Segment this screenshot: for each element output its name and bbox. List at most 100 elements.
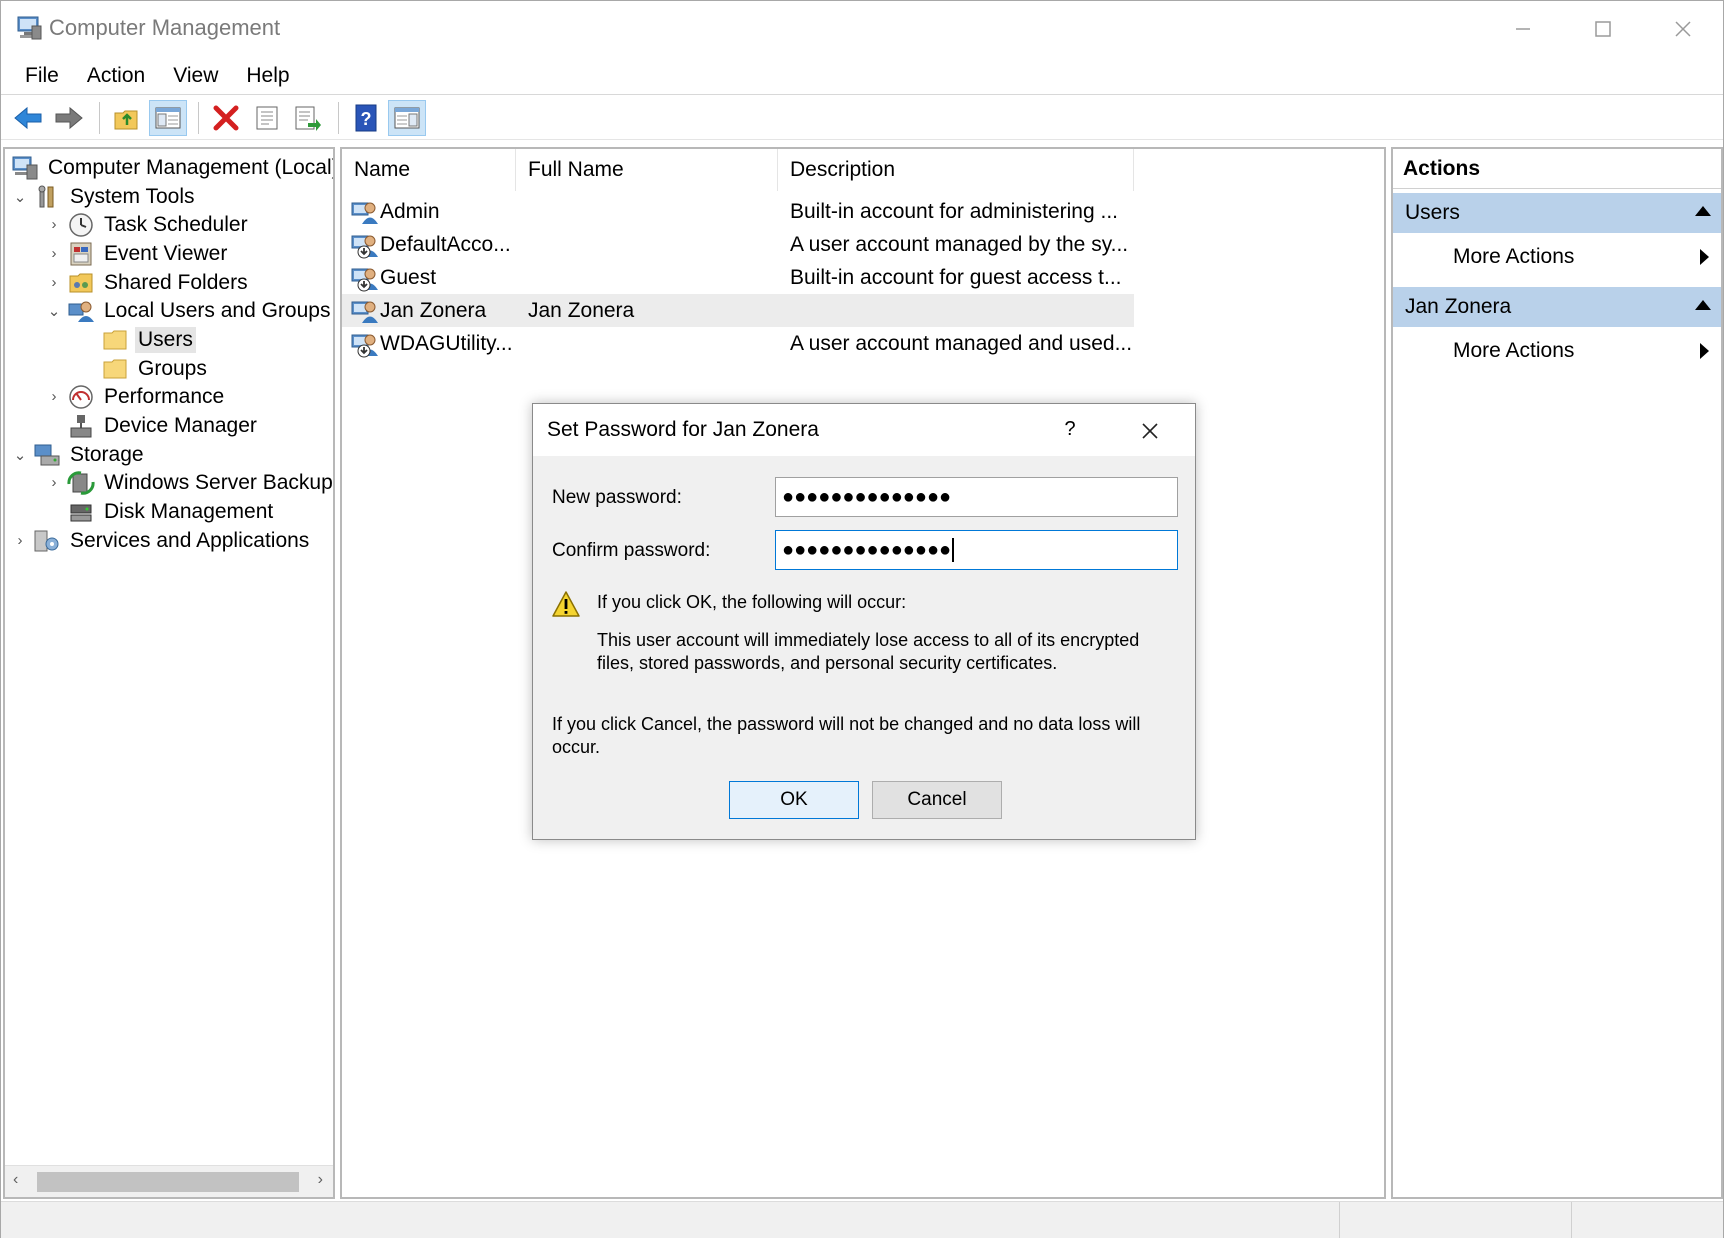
- scroll-right-icon[interactable]: ›: [318, 1171, 323, 1189]
- close-window-button[interactable]: [1643, 1, 1723, 57]
- chevron-down-icon[interactable]: ⌄: [9, 446, 31, 464]
- dialog-close-button[interactable]: [1133, 414, 1167, 448]
- actions-title: Actions: [1393, 149, 1721, 189]
- help-button[interactable]: ?: [347, 100, 385, 136]
- user-name: DefaultAcco...: [380, 232, 511, 256]
- column-header-name[interactable]: Name: [342, 149, 516, 191]
- minimize-button[interactable]: [1483, 1, 1563, 57]
- chevron-right-icon[interactable]: ›: [43, 216, 65, 233]
- help-icon: ?: [355, 104, 377, 131]
- chevron-right-icon[interactable]: ›: [43, 388, 65, 405]
- tree-item-label: Groups: [138, 356, 207, 380]
- tree-item-local-users-and-groups[interactable]: ⌄ Local Users and Groups: [43, 295, 333, 326]
- show-hide-action-pane-icon: [394, 107, 420, 128]
- delete-button[interactable]: [207, 100, 245, 136]
- ok-button[interactable]: OK: [729, 781, 859, 819]
- status-bar: [1, 1201, 1723, 1238]
- cancel-button[interactable]: Cancel: [872, 781, 1002, 819]
- toolbar: ?: [1, 96, 1723, 140]
- performance-icon: [67, 384, 95, 410]
- new-password-field[interactable]: ●●●●●●●●●●●●●●: [775, 477, 1178, 517]
- menu-bar: File Action View Help: [1, 57, 1723, 95]
- disk-management-icon: [67, 499, 95, 525]
- warning-icon: [552, 591, 580, 617]
- local-users-groups-icon: [67, 298, 95, 324]
- window-title: Computer Management: [49, 15, 281, 40]
- menu-view[interactable]: View: [159, 64, 232, 88]
- shared-folders-icon: [67, 270, 95, 296]
- tree-item-task-scheduler[interactable]: › Task Scheduler: [43, 209, 251, 240]
- list-row-wdagutility[interactable]: WDAGUtility... A user account managed an…: [342, 327, 1134, 360]
- dialog-title-bar[interactable]: Set Password for Jan Zonera ?: [533, 404, 1195, 456]
- actions-section-users[interactable]: Users: [1393, 193, 1721, 233]
- list-row-defaultaccount[interactable]: DefaultAcco... A user account managed by…: [342, 228, 1134, 261]
- tree-item-services-and-applications[interactable]: › Services and Applications: [9, 525, 312, 556]
- confirm-password-field[interactable]: ●●●●●●●●●●●●●●: [775, 530, 1178, 570]
- users-more-actions[interactable]: More Actions: [1393, 237, 1721, 277]
- close-icon: [1142, 423, 1158, 439]
- toolbar-separator: [338, 101, 339, 134]
- cell-name: Admin: [342, 198, 516, 226]
- chevron-right-icon[interactable]: ›: [43, 245, 65, 262]
- column-header-description[interactable]: Description: [778, 149, 1134, 191]
- properties-icon: [256, 106, 278, 129]
- jan-zonera-more-actions[interactable]: More Actions: [1393, 331, 1721, 371]
- tree-item-computer-management[interactable]: Computer Management (Local): [9, 152, 333, 183]
- tree-item-event-viewer[interactable]: › Event Viewer: [43, 238, 230, 269]
- menu-file[interactable]: File: [11, 64, 73, 88]
- export-list-button[interactable]: [289, 100, 327, 136]
- column-header-full-name[interactable]: Full Name: [516, 149, 778, 191]
- set-password-dialog: Set Password for Jan Zonera ? New passwo…: [532, 403, 1196, 840]
- submenu-arrow-icon: [1700, 249, 1709, 265]
- up-one-level-button[interactable]: [108, 100, 146, 136]
- tree-item-performance[interactable]: › Performance: [43, 381, 227, 412]
- services-applications-icon: [33, 528, 61, 554]
- tree-item-disk-management[interactable]: Disk Management: [43, 496, 276, 527]
- action-item-label: More Actions: [1453, 339, 1575, 362]
- computer-management-window: Computer Management File Action View Hel…: [0, 0, 1724, 1238]
- help-question-button[interactable]: ?: [1055, 414, 1085, 444]
- user-icon: [351, 301, 378, 323]
- menu-action[interactable]: Action: [73, 64, 159, 88]
- chevron-right-icon[interactable]: ›: [9, 532, 31, 549]
- tree-item-windows-server-backup[interactable]: › Windows Server Backup: [43, 467, 333, 498]
- actions-section-jan-zonera[interactable]: Jan Zonera: [1393, 287, 1721, 327]
- tree-item-label: Task Scheduler: [104, 212, 248, 236]
- back-button[interactable]: [9, 100, 47, 136]
- show-hide-action-pane-button[interactable]: [388, 99, 426, 136]
- tree-item-users[interactable]: Users: [77, 324, 196, 355]
- user-description: Built-in account for guest access t...: [790, 265, 1122, 289]
- properties-button[interactable]: [248, 100, 286, 136]
- show-hide-console-tree-button[interactable]: [149, 99, 187, 136]
- chevron-down-icon[interactable]: ⌄: [43, 302, 65, 320]
- scrollbar-thumb[interactable]: [37, 1172, 299, 1192]
- tree-item-label: Shared Folders: [104, 270, 248, 294]
- device-manager-icon: [67, 413, 95, 439]
- maximize-button[interactable]: [1563, 1, 1643, 57]
- tree-item-device-manager[interactable]: Device Manager: [43, 410, 260, 441]
- collapse-section-icon[interactable]: [1695, 206, 1711, 216]
- task-scheduler-icon: [67, 212, 95, 238]
- chevron-right-icon[interactable]: ›: [43, 274, 65, 291]
- show-hide-console-tree-icon: [155, 107, 181, 128]
- actions-pane: Actions Users More Actions Jan Zonera Mo…: [1391, 147, 1723, 1199]
- menu-help[interactable]: Help: [232, 64, 303, 88]
- forward-button[interactable]: [50, 100, 88, 136]
- list-row-guest[interactable]: Guest Built-in account for guest access …: [342, 261, 1134, 294]
- tree-item-groups[interactable]: Groups: [77, 353, 210, 384]
- tree-item-shared-folders[interactable]: › Shared Folders: [43, 267, 251, 298]
- maximize-icon: [1595, 21, 1611, 37]
- chevron-down-icon[interactable]: ⌄: [9, 188, 31, 206]
- list-row-jan-zonera[interactable]: Jan Zonera Jan Zonera: [342, 294, 1134, 327]
- scroll-left-icon[interactable]: ‹: [13, 1171, 18, 1189]
- toolbar-separator: [198, 101, 199, 134]
- tree-item-storage[interactable]: ⌄ Storage: [9, 439, 147, 470]
- tree-item-system-tools[interactable]: ⌄ System Tools: [9, 181, 198, 212]
- list-row-admin[interactable]: Admin Built-in account for administering…: [342, 195, 1134, 228]
- collapse-section-icon[interactable]: [1695, 300, 1711, 310]
- chevron-right-icon[interactable]: ›: [43, 474, 65, 491]
- tree-horizontal-scrollbar[interactable]: ‹ ›: [5, 1165, 333, 1197]
- section-header-label: Jan Zonera: [1405, 295, 1512, 318]
- new-password-value: ●●●●●●●●●●●●●●: [782, 485, 952, 508]
- title-bar[interactable]: Computer Management: [1, 1, 1723, 57]
